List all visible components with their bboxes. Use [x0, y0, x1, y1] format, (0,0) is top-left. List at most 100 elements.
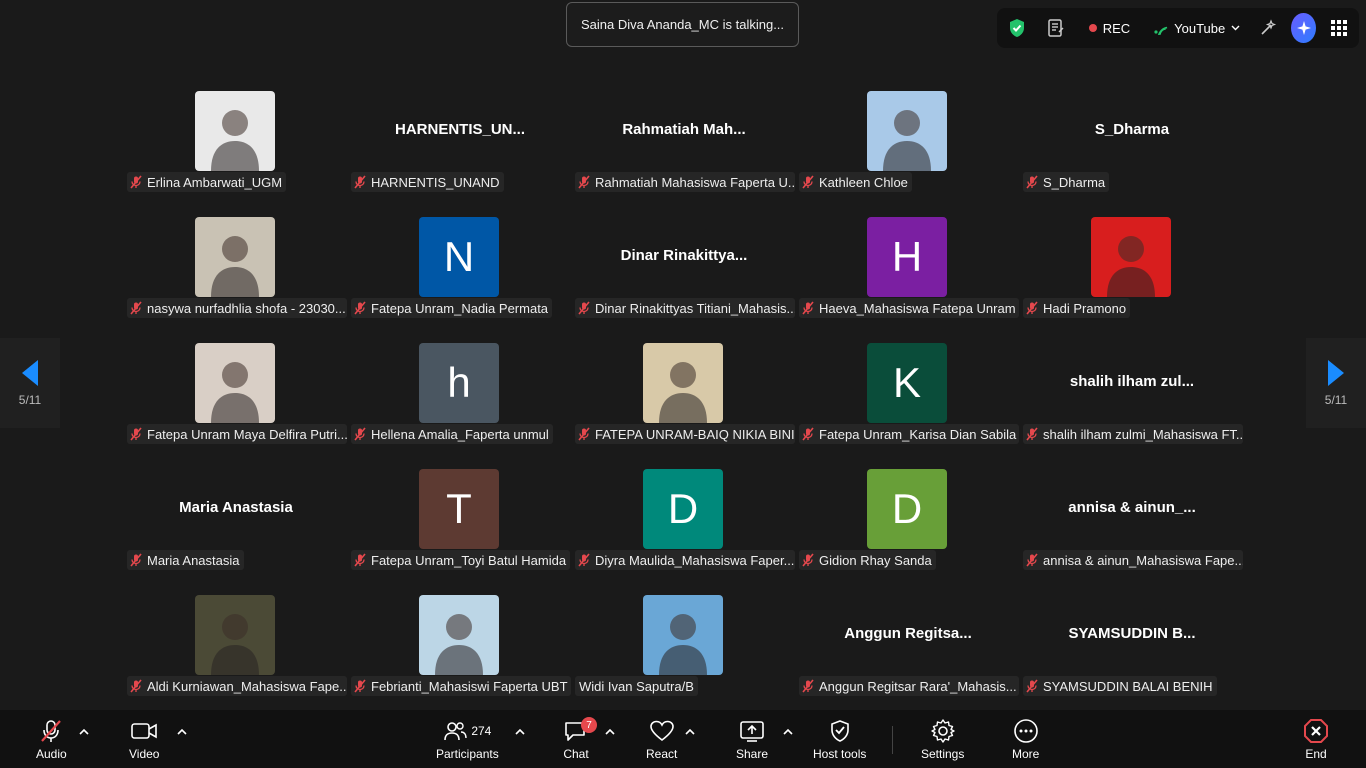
participant-name-label: Febrianti_Mahasiswi Faperta UBT: [351, 676, 571, 696]
record-dot-icon: [1088, 24, 1097, 32]
participant-tile[interactable]: Rahmatiah Mah... Rahmatiah Mahasiswa Fape…: [573, 81, 795, 199]
toolbar-divider: [892, 726, 893, 754]
participant-tile[interactable]: Widi Ivan Saputra/B: [573, 585, 795, 703]
participant-name-label: Hadi Pramono: [1023, 298, 1131, 318]
participant-tile[interactable]: Erlina Ambarwati_UGM: [125, 81, 347, 199]
previous-page-button[interactable]: 5/11: [0, 338, 60, 428]
participant-tile[interactable]: D Gidion Rhay Sanda: [797, 459, 1019, 577]
magic-wand-icon[interactable]: [1256, 14, 1279, 42]
participant-name: Aldi Kurniawan_Mahasiswa Fape...: [147, 678, 347, 694]
chat-label: Chat: [563, 747, 589, 761]
ai-companion-icon[interactable]: [1291, 13, 1316, 43]
livestream-indicator[interactable]: YouTube: [1152, 14, 1240, 42]
react-options-chevron-icon[interactable]: [684, 726, 696, 738]
participant-display-name: Maria Anastasia: [179, 499, 293, 516]
participant-name: SYAMSUDDIN BALAI BENIH: [1043, 678, 1213, 694]
participant-tile[interactable]: H Haeva_Mahasiswa Fatepa Unram: [797, 207, 1019, 325]
participant-name-label: Fatepa Unram Maya Delfira Putri...: [127, 424, 347, 444]
recording-indicator[interactable]: REC: [1088, 14, 1130, 42]
participant-name: Haeva_Mahasiswa Fatepa Unram: [819, 300, 1016, 316]
microphone-muted-icon: [353, 175, 367, 189]
share-options-chevron-icon[interactable]: [782, 726, 794, 738]
microphone-muted-icon: [801, 175, 815, 189]
participant-tile[interactable]: shalih ilham zul... shalih ilham zulmi_Ma…: [1021, 333, 1243, 451]
react-button[interactable]: React: [646, 718, 677, 761]
microphone-muted-icon: [577, 427, 591, 441]
avatar-initial: h: [419, 343, 499, 423]
active-speaker-banner: Saina Diva Ananda_MC is talking...: [566, 2, 799, 47]
participant-name: HARNENTIS_UNAND: [371, 174, 500, 190]
security-shield-icon[interactable]: [1005, 14, 1028, 42]
audio-options-chevron-icon[interactable]: [78, 726, 90, 738]
participant-name-label: Fatepa Unram_Karisa Dian Sabila: [799, 424, 1019, 444]
page-indicator-right: 5/11: [1324, 393, 1348, 407]
participant-name-label: S_Dharma: [1023, 172, 1110, 192]
end-label: End: [1305, 747, 1327, 761]
participant-tile[interactable]: FATEPA UNRAM-BAIQ NIKIA BINI...: [573, 333, 795, 451]
host-tools-button[interactable]: Host tools: [813, 718, 866, 761]
participant-tile[interactable]: HARNENTIS_UN... HARNENTIS_UNAND: [349, 81, 571, 199]
participant-name: Gidion Rhay Sanda: [819, 552, 932, 568]
video-label: Video: [129, 747, 160, 761]
participant-name-label: Gidion Rhay Sanda: [799, 550, 936, 570]
participant-name: Widi Ivan Saputra/B: [579, 678, 694, 694]
settings-button[interactable]: Settings: [921, 718, 964, 761]
participant-tile[interactable]: Hadi Pramono: [1021, 207, 1243, 325]
microphone-muted-icon: [801, 427, 815, 441]
participant-name-label: Fatepa Unram_Nadia Permata: [351, 298, 553, 318]
participant-tile[interactable]: h Hellena Amalia_Faperta unmul: [349, 333, 571, 451]
microphone-muted-icon: [129, 301, 143, 315]
participant-display-name: S_Dharma: [1094, 121, 1170, 138]
notes-icon[interactable]: [1044, 14, 1069, 42]
participant-name-label: Anggun Regitsar Rara'_Mahasis...: [799, 676, 1019, 696]
participant-tile[interactable]: Fatepa Unram Maya Delfira Putri...: [125, 333, 347, 451]
next-page-button[interactable]: 5/11: [1306, 338, 1366, 428]
participant-name: Fatepa Unram_Nadia Permata: [371, 300, 549, 316]
participant-tile[interactable]: D Diyra Maulida_Mahasiswa Faper...: [573, 459, 795, 577]
participant-tile[interactable]: T Fatepa Unram_Toyi Batul Hamida: [349, 459, 571, 577]
microphone-muted-icon: [577, 301, 591, 315]
participant-tile[interactable]: SYAMSUDDIN B... SYAMSUDDIN BALAI BENIH: [1021, 585, 1243, 703]
more-button[interactable]: More: [1012, 718, 1039, 761]
participant-tile[interactable]: Anggun Regitsa... Anggun Regitsar Rara'_M…: [797, 585, 1019, 703]
participant-tile[interactable]: Maria Anastasia Maria Anastasia: [125, 459, 347, 577]
microphone-muted-icon: [1025, 553, 1039, 567]
chat-options-chevron-icon[interactable]: [604, 726, 616, 738]
participant-name: Maria Anastasia: [147, 552, 240, 568]
participant-tile[interactable]: Aldi Kurniawan_Mahasiswa Fape...: [125, 585, 347, 703]
microphone-muted-icon: [41, 720, 62, 742]
participant-name-label: Widi Ivan Saputra/B: [575, 676, 698, 696]
participant-tile[interactable]: Kathleen Chloe: [797, 81, 1019, 199]
participant-tile[interactable]: K Fatepa Unram_Karisa Dian Sabila: [797, 333, 1019, 451]
participant-display-name: annisa & ainun_...: [1068, 499, 1196, 516]
participant-tile[interactable]: N Fatepa Unram_Nadia Permata: [349, 207, 571, 325]
apps-grid-icon[interactable]: [1328, 14, 1351, 42]
participant-tile[interactable]: Febrianti_Mahasiswi Faperta UBT: [349, 585, 571, 703]
share-button[interactable]: Share: [736, 718, 768, 761]
avatar-photo: [195, 343, 275, 423]
participant-tile[interactable]: S_Dharma S_Dharma: [1021, 81, 1243, 199]
participant-display-name: HARNENTIS_UN...: [394, 121, 525, 138]
video-options-chevron-icon[interactable]: [176, 726, 188, 738]
avatar-initial: D: [867, 469, 947, 549]
participants-icon: [444, 722, 468, 741]
share-screen-icon: [740, 721, 764, 742]
participant-name-label: annisa & ainun_Mahasiswa Fape...: [1023, 550, 1243, 570]
participants-options-chevron-icon[interactable]: [514, 726, 526, 738]
participant-tile[interactable]: nasywa nurfadhlia shofa - 23030...: [125, 207, 347, 325]
participant-tile[interactable]: Dinar Rinakittya... Dinar Rinakittyas Tit…: [573, 207, 795, 325]
participant-name-label: Aldi Kurniawan_Mahasiswa Fape...: [127, 676, 347, 696]
participant-tile[interactable]: annisa & ainun_...annisa & ainun_Mahasis…: [1021, 459, 1243, 577]
participants-button[interactable]: 274 Participants: [436, 718, 499, 761]
microphone-muted-icon: [129, 427, 143, 441]
participant-display-name: Anggun Regitsa...: [844, 625, 972, 642]
more-label: More: [1012, 747, 1040, 761]
heart-icon: [649, 720, 674, 742]
video-button[interactable]: Video: [129, 718, 159, 761]
arrow-right-icon: [1328, 360, 1344, 386]
audio-button[interactable]: Audio: [36, 718, 67, 761]
participant-display-name: Rahmatiah Mah...: [622, 121, 746, 138]
end-meeting-button[interactable]: End: [1303, 718, 1329, 761]
participant-name-label: Dinar Rinakittyas Titiani_Mahasis...: [575, 298, 795, 318]
participants-label: Participants: [436, 747, 499, 761]
